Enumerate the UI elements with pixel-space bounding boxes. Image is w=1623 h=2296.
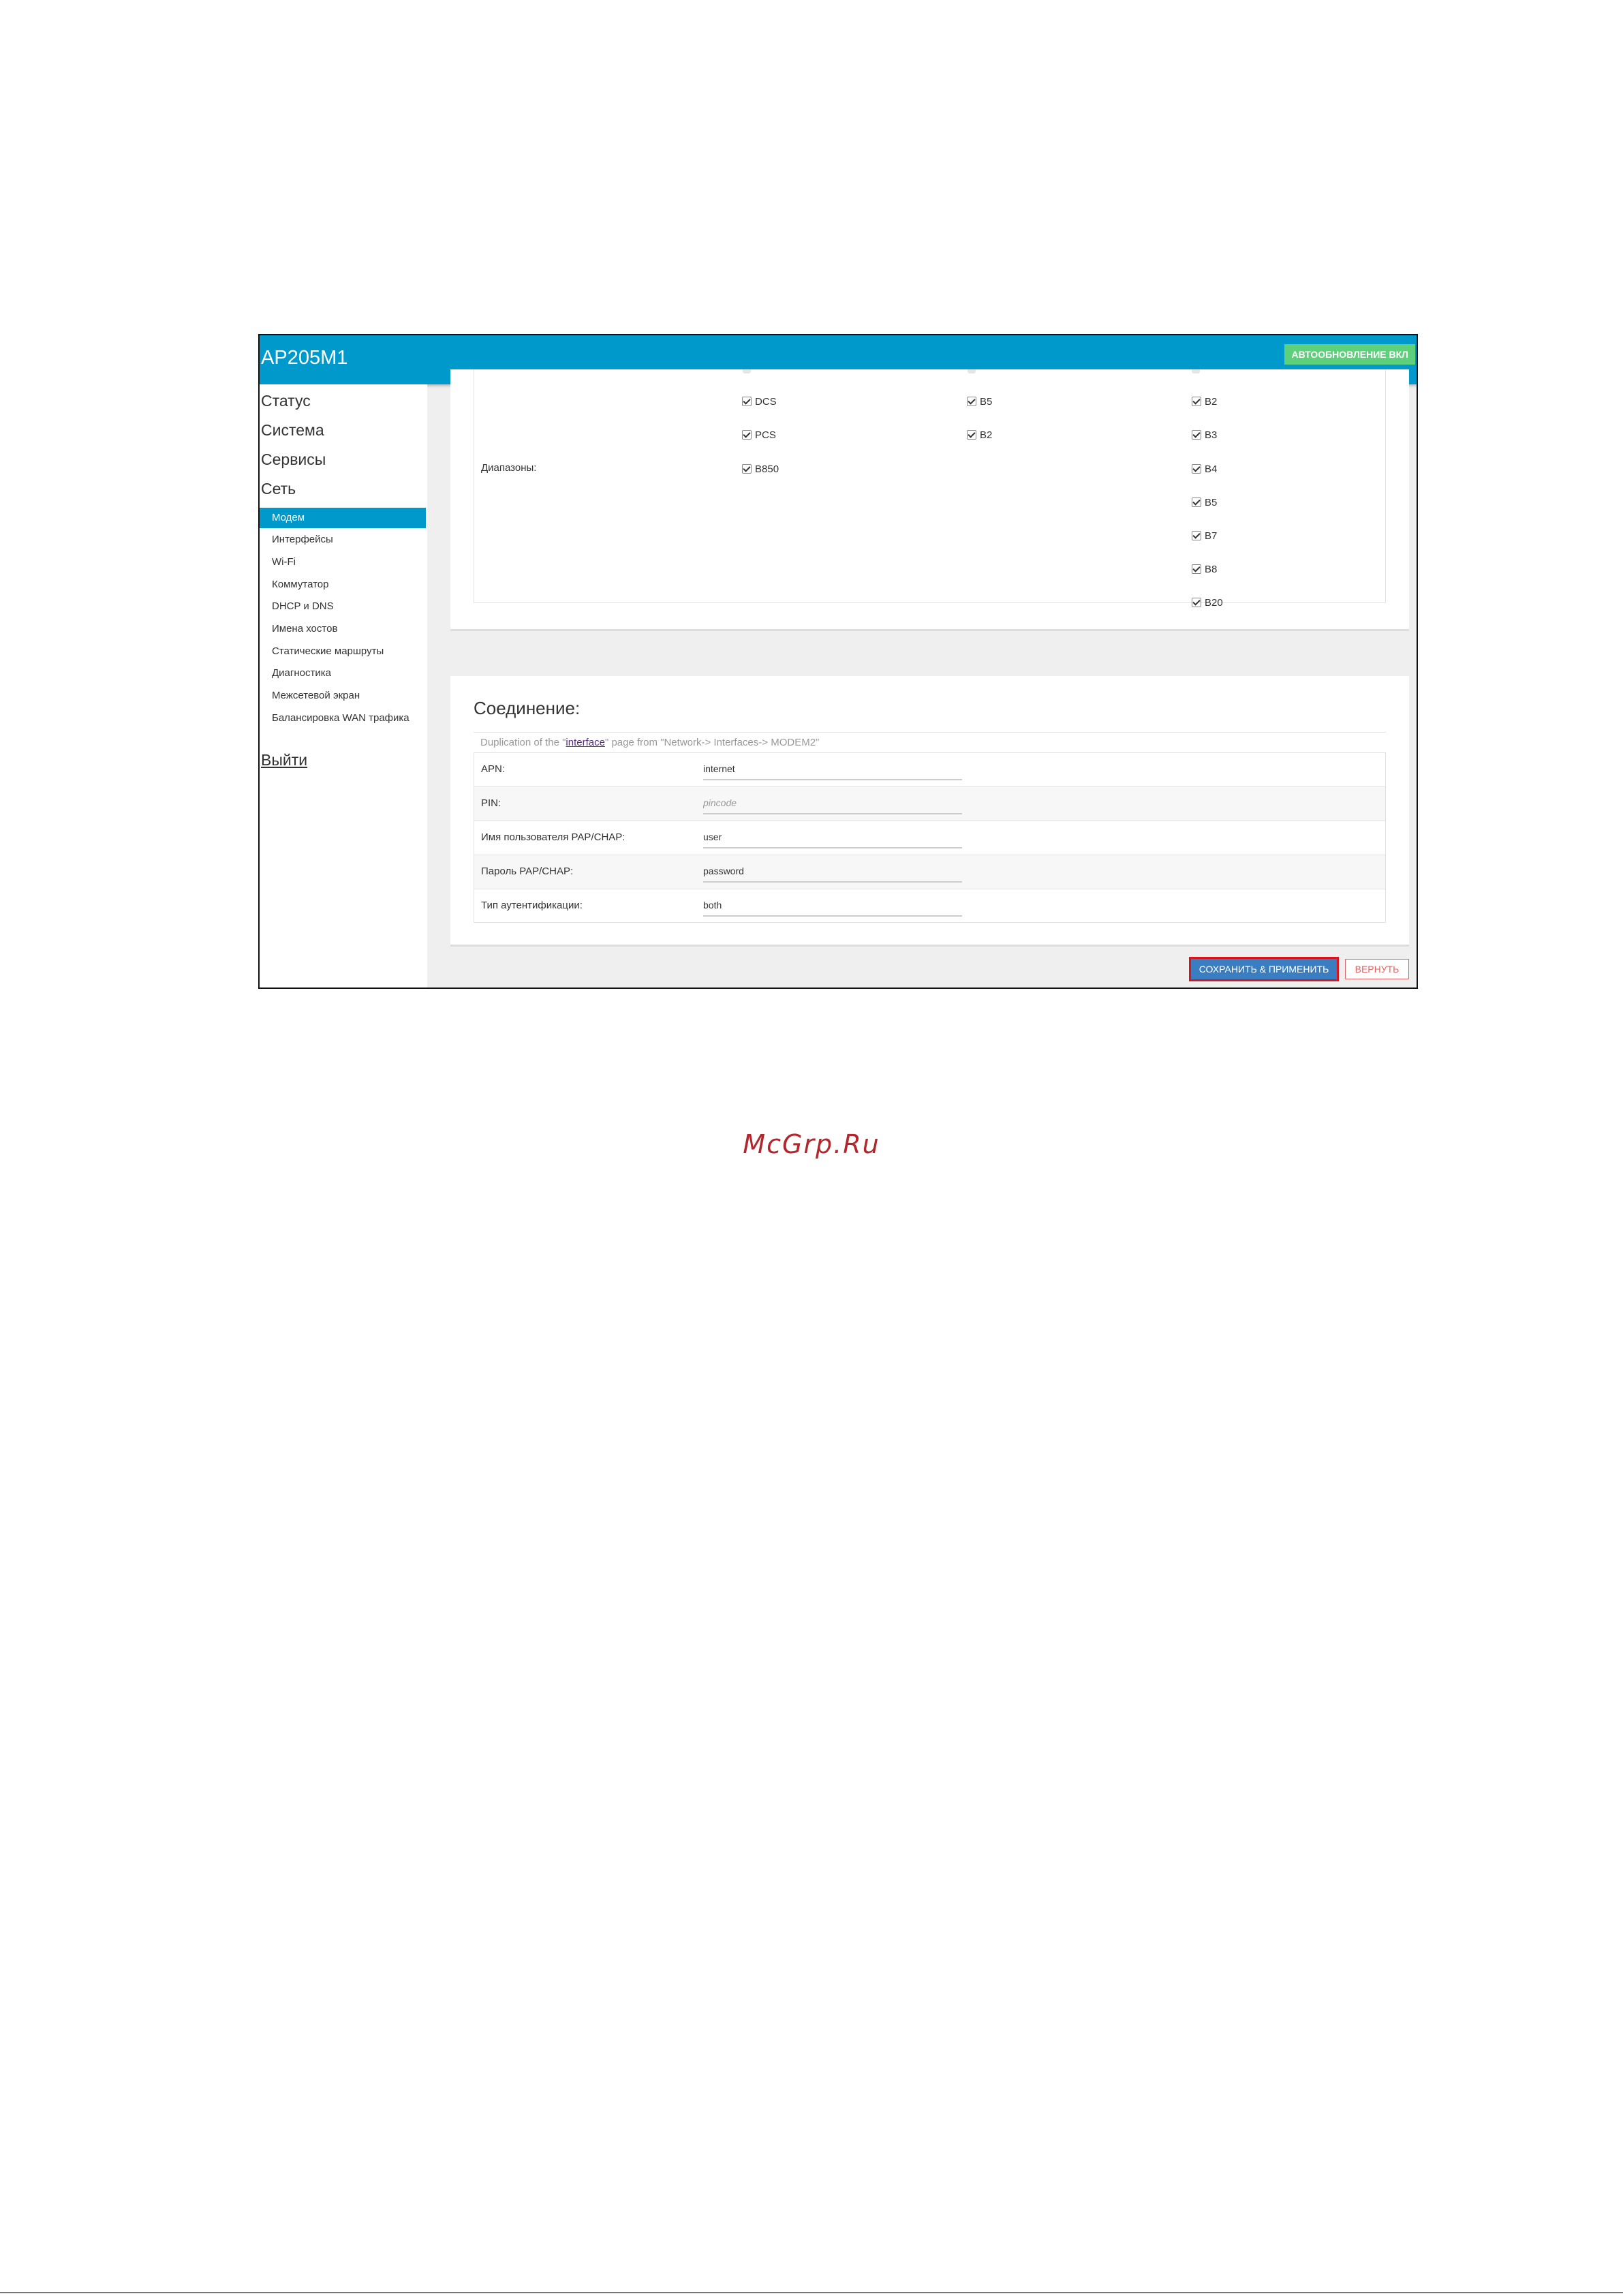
checkbox-checked-icon[interactable]	[1192, 531, 1201, 540]
band-checkbox[interactable]: B8	[1192, 562, 1217, 576]
interface-link[interactable]: interface	[566, 737, 605, 748]
checkbox-checked-icon[interactable]	[742, 397, 752, 406]
auth-type-label: Тип аутентификации:	[481, 900, 583, 911]
page-bottom-divider	[0, 2292, 1623, 2293]
password-input[interactable]	[703, 861, 962, 883]
username-input[interactable]	[703, 827, 962, 848]
clipped-checkbox-icon	[968, 369, 976, 373]
sidebar-item-system[interactable]: Система	[261, 421, 324, 440]
sidebar-item-modem[interactable]: Модем	[260, 508, 426, 528]
revert-button[interactable]: ВЕРНУТЬ	[1345, 959, 1409, 979]
connection-title: Соединение:	[474, 698, 581, 718]
checkbox-checked-icon[interactable]	[1192, 564, 1201, 574]
band-checkbox[interactable]: B5	[1192, 495, 1217, 509]
sidebar-item-status[interactable]: Статус	[261, 392, 311, 410]
apn-input[interactable]	[703, 759, 962, 780]
bands-table: Диапазоны: DCS PCS B850 B5 B2 B2 B3 B4 B…	[474, 369, 1386, 609]
checkbox-checked-icon[interactable]	[742, 464, 752, 474]
checkbox-checked-icon[interactable]	[1192, 464, 1201, 474]
sidebar-item-switch[interactable]: Коммутатор	[260, 575, 426, 595]
device-title: AP205M1	[261, 347, 348, 369]
checkbox-checked-icon[interactable]	[967, 430, 976, 440]
connection-panel: Соединение: Duplication of the "interfac…	[450, 676, 1409, 947]
apn-row: APN:	[474, 752, 1386, 786]
band-checkbox[interactable]: B4	[1192, 462, 1217, 476]
password-row: Пароль PAP/CHAP:	[474, 855, 1386, 889]
sidebar: Статус Система Сервисы Сеть Модем Интерф…	[260, 384, 427, 988]
sidebar-item-network[interactable]: Сеть	[261, 480, 296, 498]
duplication-note: Duplication of the "interface" page from…	[474, 732, 1386, 752]
band-checkbox[interactable]: DCS	[742, 395, 777, 408]
band-checkbox[interactable]: PCS	[742, 428, 776, 442]
password-label: Пароль PAP/CHAP:	[481, 866, 574, 877]
checkbox-checked-icon[interactable]	[1192, 498, 1201, 507]
bands-panel: Диапазоны: DCS PCS B850 B5 B2 B2 B3 B4 B…	[450, 369, 1409, 631]
sidebar-item-interfaces[interactable]: Интерфейсы	[260, 530, 426, 550]
username-label: Имя пользователя PAP/CHAP:	[481, 831, 625, 843]
sidebar-item-dhcp-dns[interactable]: DHCP и DNS	[260, 596, 426, 617]
clipped-checkbox-icon	[743, 369, 751, 373]
band-checkbox[interactable]: B20	[1192, 596, 1223, 609]
checkbox-checked-icon[interactable]	[1192, 598, 1201, 607]
checkbox-checked-icon[interactable]	[967, 397, 976, 406]
auth-type-input[interactable]	[703, 895, 962, 917]
sidebar-item-services[interactable]: Сервисы	[261, 450, 326, 469]
sidebar-item-firewall[interactable]: Межсетевой экран	[260, 686, 426, 706]
sidebar-item-wan-balancing[interactable]: Балансировка WAN трафика	[260, 708, 426, 729]
auto-update-button[interactable]: АВТООБНОВЛЕНИЕ ВКЛ	[1284, 344, 1415, 365]
checkbox-checked-icon[interactable]	[742, 430, 752, 440]
sidebar-item-wifi[interactable]: Wi-Fi	[260, 552, 426, 572]
save-apply-button[interactable]: СОХРАНИТЬ & ПРИМЕНИТЬ	[1189, 957, 1339, 981]
sidebar-item-diagnostics[interactable]: Диагностика	[260, 663, 426, 684]
bands-label: Диапазоны:	[481, 462, 537, 474]
band-checkbox[interactable]: B850	[742, 462, 779, 476]
checkbox-checked-icon[interactable]	[1192, 397, 1201, 406]
router-admin-screenshot: AP205M1 АВТООБНОВЛЕНИЕ ВКЛ Статус Систем…	[258, 334, 1418, 989]
band-checkbox[interactable]: B5	[967, 395, 992, 408]
band-checkbox[interactable]: B7	[1192, 529, 1217, 542]
clipped-checkbox-icon	[1192, 369, 1200, 373]
band-checkbox[interactable]: B3	[1192, 428, 1217, 442]
pin-row: PIN:	[474, 786, 1386, 821]
band-checkbox[interactable]: B2	[1192, 395, 1217, 408]
band-checkbox[interactable]: B2	[967, 428, 992, 442]
auth-type-row: Тип аутентификации:	[474, 889, 1386, 923]
apn-label: APN:	[481, 763, 506, 775]
pin-input[interactable]	[703, 793, 962, 814]
logout-link[interactable]: Выйти	[261, 751, 307, 769]
sidebar-item-hostnames[interactable]: Имена хостов	[260, 619, 426, 639]
sidebar-item-static-routes[interactable]: Статические маршруты	[260, 641, 426, 662]
watermark-text: McGrp.Ru	[743, 1129, 880, 1159]
username-row: Имя пользователя PAP/CHAP:	[474, 821, 1386, 855]
checkbox-checked-icon[interactable]	[1192, 430, 1201, 440]
pin-label: PIN:	[481, 797, 501, 809]
